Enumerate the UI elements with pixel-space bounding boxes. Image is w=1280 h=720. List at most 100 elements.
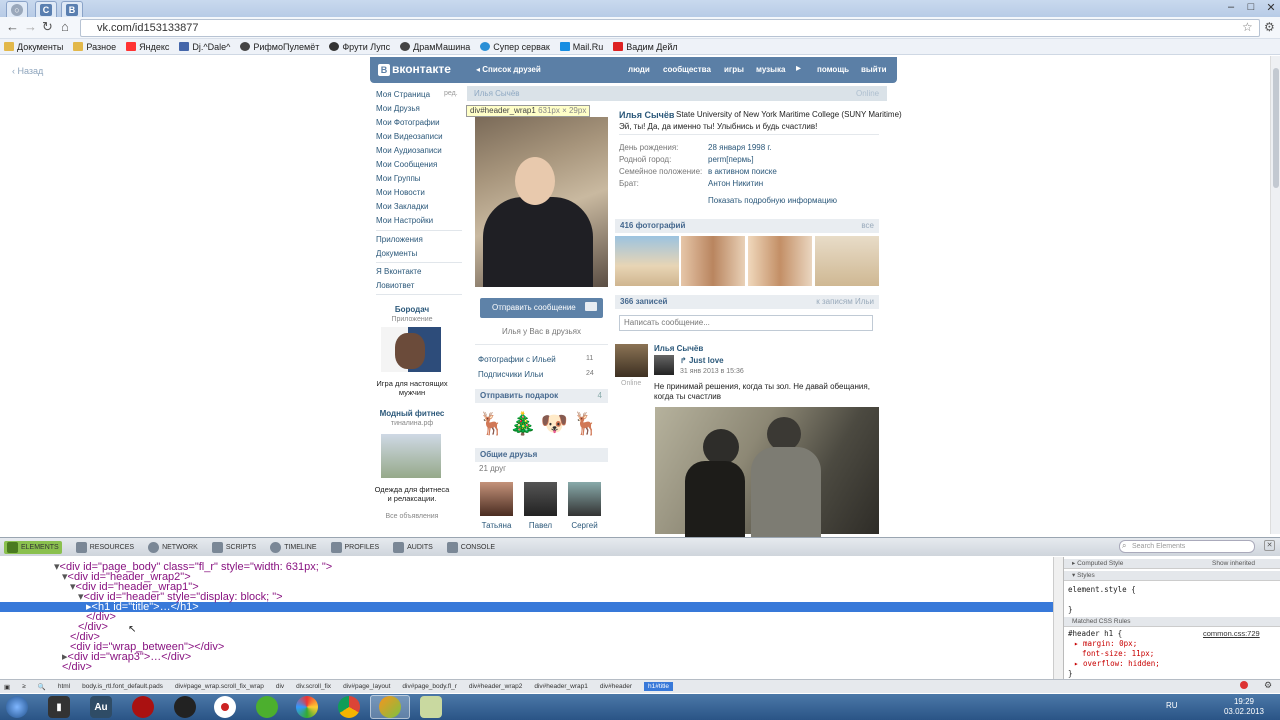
- ad2-image[interactable]: [381, 434, 441, 478]
- taskbar-app-icon[interactable]: [174, 696, 196, 718]
- nav-logout[interactable]: выйти: [861, 65, 887, 74]
- css-source-link[interactable]: common.css:729: [1203, 629, 1260, 638]
- friend-avatar[interactable]: [480, 482, 513, 516]
- browser-logo-tab[interactable]: ○: [6, 1, 28, 17]
- bookmark-misc[interactable]: Разное: [73, 42, 116, 52]
- brother-value[interactable]: Антон Никитин: [708, 179, 763, 188]
- ad2-title[interactable]: Модный фитнес: [376, 409, 448, 418]
- common-friends-header[interactable]: Общие друзья: [475, 448, 608, 462]
- friend-name[interactable]: Павел: [524, 521, 557, 530]
- crumb-selected[interactable]: h1#title: [644, 682, 673, 691]
- bookmark-vadim[interactable]: Вадим Дейл: [613, 42, 678, 52]
- element-style-rule[interactable]: element.style {: [1068, 585, 1136, 594]
- repost-avatar[interactable]: [654, 355, 674, 375]
- reload-icon[interactable]: ↻: [42, 19, 53, 35]
- taskbar-app-icon[interactable]: [296, 696, 318, 718]
- record-icon[interactable]: [214, 696, 236, 718]
- play-icon[interactable]: ▸: [796, 63, 801, 74]
- sidebar-item-settings[interactable]: Мои Настройки: [376, 216, 433, 225]
- bookmark-server[interactable]: Супер сервак: [480, 42, 550, 52]
- sidebar-item-photos[interactable]: Мои Фотографии: [376, 118, 440, 127]
- profile-school[interactable]: State University of New York Maritime Co…: [676, 110, 902, 119]
- sidebar-item-my-page[interactable]: Моя Страница: [376, 90, 430, 99]
- vk-logo[interactable]: Bвконтакте: [378, 62, 451, 76]
- inspect-icon[interactable]: 🔍: [38, 683, 46, 691]
- bookmark-fruity[interactable]: Фрути Лупс: [329, 42, 390, 52]
- wrench-icon[interactable]: ⚙: [1264, 20, 1275, 34]
- sidebar-item-docs[interactable]: Документы: [376, 249, 417, 258]
- home-icon[interactable]: ⌂: [61, 19, 69, 34]
- crumb[interactable]: div.scroll_fix: [296, 683, 331, 690]
- friend-avatar[interactable]: [524, 482, 557, 516]
- crumb[interactable]: html: [58, 683, 70, 690]
- sidebar-item-apps[interactable]: Приложения: [376, 235, 423, 244]
- computed-style-header[interactable]: ▸ Computed Style Show inherited: [1064, 559, 1280, 569]
- gifts-row[interactable]: 🦌 🎄 🐶 🦌: [478, 408, 606, 440]
- post-photo[interactable]: [655, 407, 879, 541]
- dock-icon[interactable]: ▣: [4, 683, 10, 691]
- nav-people[interactable]: люди: [628, 65, 650, 74]
- address-bar[interactable]: vk.com/id153133877: [80, 19, 1260, 37]
- css-prop[interactable]: ▸ margin: 0px;: [1074, 639, 1137, 648]
- sidebar-item-catch[interactable]: Ловиответ: [376, 281, 414, 290]
- crumb[interactable]: div#page_wrap.scroll_fix_wrap: [175, 683, 264, 690]
- ad1-title[interactable]: Бородач: [376, 305, 448, 314]
- post-author[interactable]: Илья Сычёв: [654, 344, 703, 353]
- back-link[interactable]: ‹ Назад: [12, 66, 43, 76]
- page-scrollbar[interactable]: [1270, 56, 1280, 534]
- relationship-value[interactable]: в активном поиске: [708, 167, 777, 176]
- wall-post-input[interactable]: Написать сообщение...: [619, 315, 873, 331]
- sidebar-item-messages[interactable]: Мои Сообщения: [376, 160, 437, 169]
- start-button-icon[interactable]: [6, 696, 28, 718]
- gift-dog-icon[interactable]: 🐶: [541, 408, 568, 440]
- devtools-tab-scripts[interactable]: SCRIPTS: [211, 541, 256, 553]
- bookmark-documents[interactable]: Документы: [4, 42, 63, 52]
- icq-icon[interactable]: [256, 696, 278, 718]
- devtools-tab-resources[interactable]: RESOURCES: [75, 541, 134, 553]
- nav-help[interactable]: помощь: [817, 65, 849, 74]
- photo-thumb[interactable]: [681, 236, 745, 286]
- edit-link[interactable]: ред.: [444, 90, 458, 97]
- notes-icon[interactable]: [420, 696, 442, 718]
- system-clock[interactable]: 19:29 03.02.2013: [1222, 697, 1266, 717]
- friends-list-link[interactable]: ◂ Список друзей: [476, 65, 541, 74]
- devtools-tab-console[interactable]: CONSOLE: [446, 541, 495, 553]
- devtools-tab-profiles[interactable]: PROFILES: [330, 541, 379, 553]
- all-ads-link[interactable]: Все объявления: [376, 513, 448, 520]
- repost-source[interactable]: ↱ Just love: [680, 356, 724, 365]
- post-date[interactable]: 31 янв 2013 в 15:36: [680, 368, 744, 375]
- crumb[interactable]: div#header: [600, 683, 632, 690]
- bookmark-yandex[interactable]: Яндекс: [126, 42, 169, 52]
- gift-section-header[interactable]: Отправить подарок 4: [475, 389, 608, 403]
- css-prop[interactable]: font-size: 11px;: [1082, 649, 1154, 658]
- dom-node[interactable]: </div>: [62, 662, 92, 673]
- console-toggle-icon[interactable]: ≥: [22, 683, 26, 690]
- bookmark-drum[interactable]: ДрамМашина: [400, 42, 470, 52]
- gift-deer-icon[interactable]: 🦌: [478, 408, 505, 440]
- friend-name[interactable]: Сергей: [568, 521, 601, 530]
- bookmark-rifmo[interactable]: РифмоПулемёт: [240, 42, 319, 52]
- devtools-tab-network[interactable]: NETWORK: [148, 541, 198, 553]
- sidebar-item-ivk[interactable]: Я Вконтакте: [376, 267, 421, 276]
- back-arrow-icon[interactable]: ←: [6, 19, 19, 34]
- photo-thumb[interactable]: [748, 236, 812, 286]
- subscribers-link[interactable]: Подписчики Ильи: [478, 370, 543, 379]
- matched-rules-header[interactable]: Matched CSS Rules: [1064, 617, 1280, 627]
- bookmark-mailru[interactable]: Mail.Ru: [559, 42, 603, 52]
- crumb[interactable]: body.is_rtl.font_default.pads: [82, 683, 163, 690]
- browser-tab-1[interactable]: С: [35, 1, 57, 17]
- error-badge-icon[interactable]: [1240, 681, 1248, 689]
- star-icon[interactable]: ☆: [1242, 20, 1253, 34]
- language-indicator[interactable]: RU: [1166, 701, 1178, 710]
- sidebar-item-videos[interactable]: Мои Видеозаписи: [376, 132, 443, 141]
- sidebar-item-audio[interactable]: Мои Аудиозаписи: [376, 146, 442, 155]
- styles-header[interactable]: ▾ Styles: [1064, 571, 1280, 581]
- photos-with-link[interactable]: Фотографии с Ильей: [478, 355, 556, 364]
- maximize-icon[interactable]: □: [1242, 1, 1260, 13]
- devtools-tab-timeline[interactable]: TIMELINE: [270, 541, 317, 553]
- crumb[interactable]: div#header_wrap2: [469, 683, 522, 690]
- forward-arrow-icon[interactable]: →: [24, 19, 37, 34]
- friend-name[interactable]: Татьяна: [480, 521, 513, 530]
- photo-thumb[interactable]: [815, 236, 879, 286]
- birthday-value[interactable]: 28 января 1998 г.: [708, 143, 772, 152]
